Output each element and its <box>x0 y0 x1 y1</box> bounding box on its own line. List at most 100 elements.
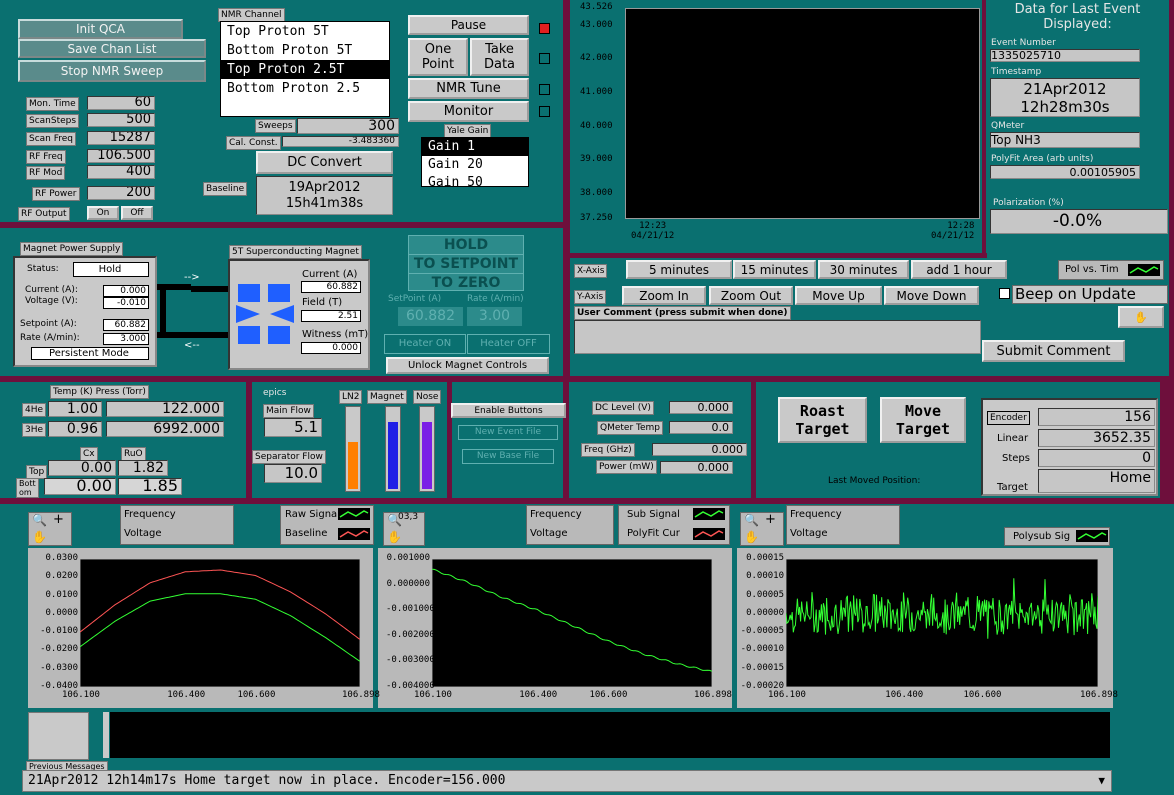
baseline-timestamp: 19Apr2012 15h41m38s <box>256 176 393 215</box>
qmeter-label: QMeter <box>991 121 1025 131</box>
level-bar-fill <box>388 422 398 489</box>
pause-button[interactable]: Pause <box>408 15 529 35</box>
separator <box>1160 380 1174 502</box>
signal-y-tick: -0.003000 <box>386 655 435 666</box>
dc-level-label: DC Level (V) <box>592 401 654 415</box>
hand-tool-button[interactable]: ✋ <box>1118 306 1164 328</box>
yale-gain-label: Yale Gain <box>444 124 492 138</box>
param-value[interactable]: 15287 <box>87 131 155 145</box>
yale-gain-list[interactable]: Gain 1 Gain 20 Gain 50 <box>421 137 529 187</box>
param-value[interactable]: 106.500 <box>87 149 155 163</box>
level-bar-label: Magnet <box>367 390 407 404</box>
x-axis-button[interactable]: 5 minutes <box>626 260 732 279</box>
dc-convert-button[interactable]: DC Convert <box>256 151 393 174</box>
last-moved-label: Last Moved Position: <box>828 476 921 486</box>
init-qca-button[interactable]: Init QCA <box>18 19 183 39</box>
psu-status-value: Hold <box>73 262 149 277</box>
rf-on-button[interactable]: On <box>87 206 119 220</box>
nmr-channel-item[interactable]: Bottom Proton 5T <box>221 41 389 60</box>
x-axis-button[interactable]: 15 minutes <box>733 260 816 279</box>
signal-x-tick: 106.898 <box>694 690 732 700</box>
signal-y-tick: -0.001000 <box>386 604 435 615</box>
he4-label: 4He <box>22 403 47 417</box>
nmr-channel-item[interactable]: Bottom Proton 2.5 <box>221 79 389 98</box>
pol-legend-icon <box>1128 264 1160 276</box>
plot1-voltage-label: Voltage <box>124 528 162 539</box>
heater-off-button[interactable]: Heater OFF <box>467 334 550 354</box>
x-axis-button[interactable]: add 1 hour <box>911 260 1007 279</box>
param-value[interactable]: 60 <box>87 96 155 110</box>
plot3-tools[interactable]: 🔍 + ✋ <box>740 512 784 546</box>
hand-icon: ✋ <box>387 530 402 544</box>
param-label: ScanSteps <box>26 114 80 128</box>
event-number-label: Event Number <box>991 38 1056 48</box>
signal-y-tick: -0.00010 <box>740 644 784 655</box>
signal-y-tick: 0.00010 <box>746 571 784 582</box>
gain-item[interactable]: Gain 20 <box>422 156 528 174</box>
signal-y-tick: 0.001000 <box>386 553 430 563</box>
previous-messages-dropdown[interactable]: 21Apr2012 12h14m17s Home target now in p… <box>22 770 1112 792</box>
param-value[interactable]: 200 <box>87 186 155 200</box>
bottom-label-line1: Bott <box>19 479 36 488</box>
hand-icon: ✋ <box>744 530 759 544</box>
signal-y-tick: 0.00000 <box>746 607 784 618</box>
monitor-indicator <box>539 106 550 117</box>
submit-comment-button[interactable]: Submit Comment <box>982 340 1125 362</box>
gain-item[interactable]: Gain 1 <box>422 138 528 156</box>
roast-target-button[interactable]: Roast Target <box>778 397 867 443</box>
x-end-date: 04/21/12 <box>931 231 975 241</box>
enable-buttons-button[interactable]: Enable Buttons <box>451 403 566 418</box>
setpoint-small-label: SetPoint (A) <box>388 294 442 304</box>
nmr-channel-item[interactable]: Top Proton 5T <box>221 22 389 41</box>
plot1-frequency-label: Frequency <box>124 509 176 520</box>
y-axis-button[interactable]: Move Down <box>884 286 979 305</box>
y-axis-button[interactable]: Zoom Out <box>709 286 793 305</box>
new-event-file-button[interactable]: New Event File <box>458 425 558 440</box>
monitor-button[interactable]: Monitor <box>408 101 529 122</box>
stop-nmr-sweep-button[interactable]: Stop NMR Sweep <box>18 60 206 82</box>
psu-setpoint-label: Setpoint (A): <box>20 319 77 329</box>
take-data-button[interactable]: Take Data <box>470 38 529 76</box>
y-axis-button[interactable]: Zoom In <box>622 286 706 305</box>
x-axis-button[interactable]: 30 minutes <box>818 260 909 279</box>
plot1-tools[interactable]: 🔍 + ✋ <box>28 512 72 546</box>
psu-setpoint-value: 60.882 <box>103 319 149 331</box>
pol-vs-time-label: Pol vs. Tim <box>1065 264 1119 275</box>
save-chan-list-button[interactable]: Save Chan List <box>18 39 206 58</box>
new-base-file-button[interactable]: New Base File <box>462 449 554 464</box>
y-axis-button[interactable]: Move Up <box>795 286 882 305</box>
nmr-channel-list[interactable]: Top Proton 5T Bottom Proton 5T Top Proton … <box>220 21 390 117</box>
param-label: Scan Freq <box>26 132 77 146</box>
polysub-signal-plot[interactable] <box>786 559 1098 687</box>
beep-checkbox[interactable] <box>999 288 1010 299</box>
heater-on-button[interactable]: Heater ON <box>384 334 466 354</box>
hold-button[interactable]: HOLD <box>409 236 523 255</box>
nmr-tune-button[interactable]: NMR Tune <box>408 78 529 99</box>
raw-signal-plot[interactable] <box>80 559 360 687</box>
to-setpoint-button[interactable]: TO SETPOINT <box>409 255 523 274</box>
top-ruo: 1.82 <box>118 460 168 476</box>
nmr-channel-item[interactable]: Top Proton 2.5T <box>221 60 389 79</box>
one-point-button[interactable]: One Point <box>408 38 468 76</box>
plot3-axis-controls[interactable]: Frequency Voltage <box>786 505 900 545</box>
move-target-button[interactable]: Move Target <box>880 397 966 443</box>
signal-y-tick: -0.00015 <box>740 662 784 673</box>
last-event-title-line2: Displayed: <box>1043 17 1112 32</box>
unlock-magnet-button[interactable]: Unlock Magnet Controls <box>386 357 549 374</box>
message-scroll-handle[interactable] <box>103 712 109 758</box>
arrow-out: <-- <box>184 340 200 351</box>
param-value[interactable]: 500 <box>87 113 155 127</box>
gain-item[interactable]: Gain 50 <box>422 174 528 186</box>
polarization-plot[interactable] <box>625 8 980 219</box>
psu-current-label: Current (A): <box>25 285 78 295</box>
setpoint-input[interactable]: 60.882 <box>398 307 463 326</box>
sub-signal-plot[interactable] <box>432 559 712 687</box>
rate-input[interactable]: 3.00 <box>467 307 522 326</box>
user-comment-input[interactable] <box>574 320 981 354</box>
plot2-axis-controls[interactable]: Frequency Voltage <box>526 505 614 545</box>
plot1-axis-controls[interactable]: Frequency Voltage <box>120 505 234 545</box>
param-value[interactable]: 400 <box>87 165 155 179</box>
rf-off-button[interactable]: Off <box>121 206 153 220</box>
one-point-line1: One <box>424 42 452 57</box>
to-zero-button[interactable]: TO ZERO <box>409 274 523 292</box>
